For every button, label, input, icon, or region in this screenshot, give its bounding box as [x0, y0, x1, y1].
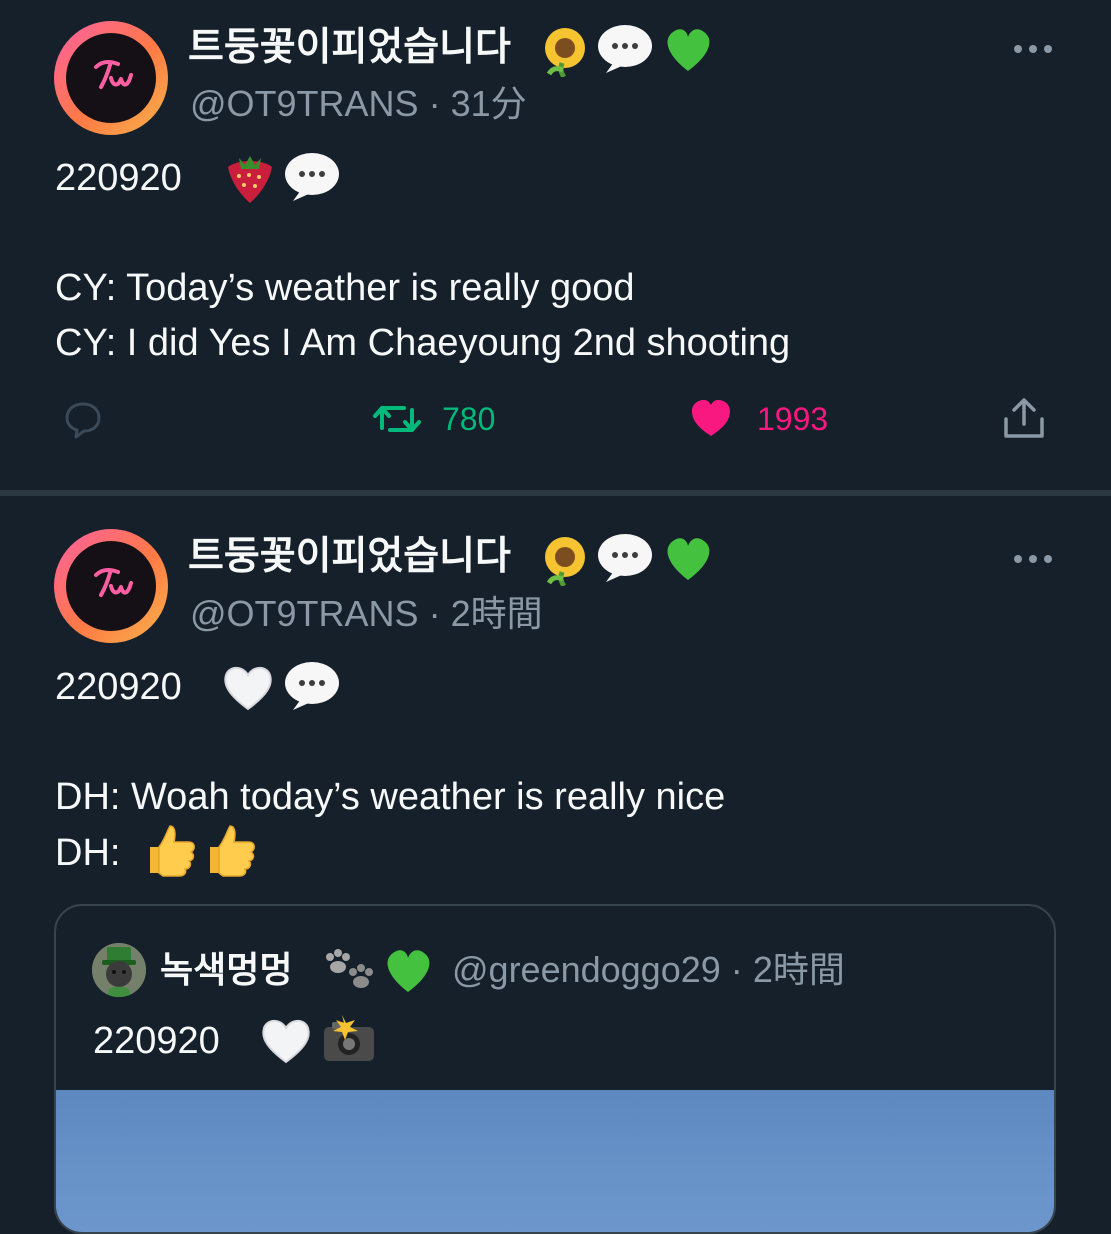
thumbs-up-emoji [150, 825, 195, 877]
tweet-text-line-2: CY: Today’s weather is really good [55, 267, 635, 309]
tweet-card[interactable]: 트둥꽃이피었습니다 @OT9TRANS · 31分 220920 CY: Tod… [0, 0, 1111, 490]
display-name-emojis [545, 534, 710, 586]
twice-logo-background [66, 33, 156, 123]
tweet-separator [0, 490, 1111, 496]
retweet-icon[interactable] [372, 398, 422, 440]
quoted-tweet-image-sky-photo[interactable] [56, 1090, 1054, 1232]
green-heart-emoji [667, 29, 710, 71]
author-handle-and-time: @OT9TRANS · 31分 [190, 80, 527, 128]
leprechaun-dog-avatar-icon [92, 943, 146, 997]
white-heart-emoji [262, 1019, 310, 1064]
tweet-time[interactable]: 2時間 [451, 593, 543, 634]
quoted-display-name[interactable]: 녹색멍멍 [160, 946, 292, 994]
tweet-text-line-1: 220920 [55, 666, 182, 708]
author-avatar[interactable] [54, 21, 168, 135]
tweet-text-line-2: DH: Woah today’s weather is really nice [55, 776, 726, 818]
quoted-handle-and-time: @greendoggo29 · 2時間 [452, 946, 845, 994]
author-handle[interactable]: @OT9TRANS [190, 593, 419, 634]
heart-icon[interactable] [688, 397, 734, 439]
quoted-tweet-text: 220920 [93, 1020, 220, 1062]
thumbs-up-emojis [150, 825, 255, 877]
quoted-tweet-card[interactable]: 녹색멍멍 @greendoggo29 · 2時間 220920 [54, 904, 1056, 1234]
tweet-text-line-3: CY: I did Yes I Am Chaeyoung 2nd shootin… [55, 322, 791, 364]
quoted-name-emojis [326, 949, 430, 992]
separator-dot: · [730, 949, 743, 990]
speech-bubble-emoji [285, 662, 339, 710]
tweet-line-emojis [224, 662, 339, 711]
sunflower-emoji [545, 28, 585, 77]
retweet-count: 780 [442, 401, 496, 437]
separator-dot: · [428, 83, 441, 124]
quoted-time[interactable]: 2時間 [753, 949, 845, 990]
author-handle-and-time: @OT9TRANS · 2時間 [190, 590, 543, 638]
quoted-text-emojis [262, 1015, 374, 1064]
speech-bubble-emoji [598, 534, 652, 582]
author-handle[interactable]: @OT9TRANS [190, 83, 419, 124]
display-name[interactable]: 트둥꽃이피었습니다 [188, 533, 511, 581]
display-name[interactable]: 트둥꽃이피었습니다 [188, 24, 511, 72]
tweet-line-emojis [228, 153, 339, 203]
like-count: 1993 [757, 401, 829, 437]
separator-dot: · [428, 593, 441, 634]
green-heart-emoji [387, 950, 430, 992]
tweet-text-line-3: DH: [55, 832, 121, 874]
more-icon[interactable] [1012, 42, 1054, 56]
reply-icon[interactable] [62, 398, 104, 440]
author-avatar[interactable] [54, 529, 168, 643]
thumbs-up-emoji [210, 825, 255, 877]
strawberry-emoji [228, 156, 272, 203]
tweet-text-line-1: 220920 [55, 157, 182, 199]
tweet-card[interactable]: 트둥꽃이피었습니다 @OT9TRANS · 2時間 220920 DH: Woa… [0, 500, 1111, 1234]
twice-logo-icon [94, 568, 133, 597]
twice-logo-background [66, 541, 156, 631]
display-name-emojis [545, 25, 710, 77]
tweet-time[interactable]: 31分 [451, 83, 527, 124]
quoted-author-avatar[interactable] [92, 943, 146, 997]
twice-logo-icon [94, 60, 133, 89]
more-icon[interactable] [1012, 552, 1054, 566]
quoted-handle[interactable]: @greendoggo29 [452, 949, 721, 990]
camera-flash-emoji [324, 1015, 374, 1061]
green-heart-emoji [667, 538, 710, 580]
paw-prints-emoji [326, 949, 373, 988]
speech-bubble-emoji [285, 153, 339, 201]
speech-bubble-emoji [598, 25, 652, 73]
share-icon[interactable] [1000, 395, 1048, 443]
sunflower-emoji [545, 537, 585, 586]
white-heart-emoji [224, 666, 272, 711]
